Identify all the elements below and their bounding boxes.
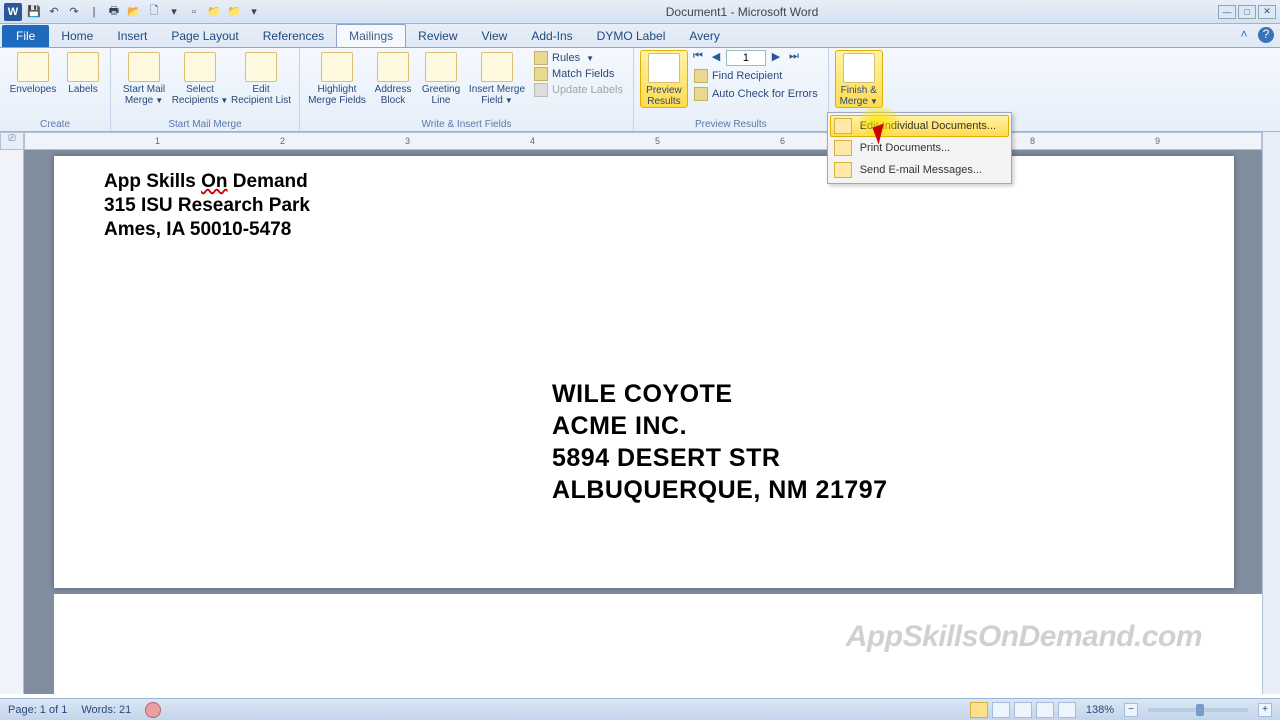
select-recipients-button[interactable]: SelectRecipients▼ <box>173 50 227 106</box>
minimize-ribbon-icon[interactable]: ˄ <box>1236 27 1252 43</box>
document-area: App Skills On Demand 315 ISU Research Pa… <box>24 150 1262 694</box>
tab-addins[interactable]: Add-Ins <box>519 25 584 47</box>
next-record-button[interactable]: ▶ <box>768 50 784 66</box>
address-block-button[interactable]: AddressBlock <box>370 50 416 106</box>
edit-recipient-list-button[interactable]: EditRecipient List <box>229 50 293 106</box>
word-icon: W <box>4 3 22 21</box>
prev-record-button[interactable]: ◀ <box>708 50 724 66</box>
zoom-in-button[interactable]: + <box>1258 703 1272 717</box>
ribbon: Envelopes Labels Create Start MailMerge▼… <box>0 48 1280 132</box>
last-record-button[interactable]: ⏭ <box>786 50 802 66</box>
print-icon[interactable]: 🖶 <box>106 4 122 20</box>
full-screen-view[interactable] <box>992 702 1010 718</box>
auto-check-errors-button[interactable]: Auto Check for Errors <box>690 86 822 102</box>
tab-page-layout[interactable]: Page Layout <box>159 25 250 47</box>
vertical-scrollbar[interactable] <box>1262 132 1280 694</box>
ruler-ticks: 1 2 3 4 5 6 7 8 9 <box>55 133 1261 149</box>
vertical-ruler[interactable] <box>0 150 24 694</box>
zoom-slider[interactable] <box>1148 708 1248 712</box>
match-fields-button[interactable]: Match Fields <box>530 66 627 82</box>
group-finish: Finish &Merge▼ Edit Individual Documents… <box>829 48 889 131</box>
word-count[interactable]: Words: 21 <box>81 704 131 716</box>
window-controls: — □ ✕ <box>1218 5 1280 19</box>
recipient-address[interactable]: WILE COYOTE ACME INC. 5894 DESERT STR AL… <box>552 378 888 506</box>
tab-review[interactable]: Review <box>406 25 469 47</box>
qat-more1[interactable]: ▾ <box>166 4 182 20</box>
folder2-icon[interactable]: 📁 <box>226 4 242 20</box>
envelopes-button[interactable]: Envelopes <box>6 50 60 95</box>
tab-view[interactable]: View <box>470 25 520 47</box>
redo-icon[interactable]: ↷ <box>66 4 82 20</box>
close-button[interactable]: ✕ <box>1258 5 1276 19</box>
quick-access-toolbar: W 💾 ↶ ↷ | 🖶 📂 🗋 ▾ ▫ 📁 📁 ▾ <box>0 3 266 21</box>
status-bar: Page: 1 of 1 Words: 21 138% − + <box>0 698 1280 720</box>
zoom-level[interactable]: 138% <box>1086 704 1114 716</box>
tab-dymo[interactable]: DYMO Label <box>585 25 678 47</box>
record-number-input[interactable] <box>726 50 766 66</box>
tab-avery[interactable]: Avery <box>677 25 731 47</box>
insert-merge-field-button[interactable]: Insert MergeField▼ <box>466 50 528 106</box>
proofing-icon[interactable] <box>145 702 161 718</box>
outline-view[interactable] <box>1036 702 1054 718</box>
labels-button[interactable]: Labels <box>62 50 104 95</box>
edit-individual-documents-item[interactable]: Edit Individual Documents... <box>830 115 1009 137</box>
help-icon[interactable]: ? <box>1258 27 1274 43</box>
page-status[interactable]: Page: 1 of 1 <box>8 704 67 716</box>
print-documents-item[interactable]: Print Documents... <box>830 137 1009 159</box>
qat-more2[interactable]: ▫ <box>186 4 202 20</box>
next-page-area: AppSkillsOnDemand.com <box>54 594 1262 694</box>
return-address[interactable]: App Skills On Demand 315 ISU Research Pa… <box>104 170 310 242</box>
tab-references[interactable]: References <box>251 25 336 47</box>
start-mail-merge-button[interactable]: Start MailMerge▼ <box>117 50 171 106</box>
tab-file[interactable]: File <box>2 25 49 47</box>
save-icon[interactable]: 💾 <box>26 4 42 20</box>
draft-view[interactable] <box>1058 702 1076 718</box>
minimize-button[interactable]: — <box>1218 5 1236 19</box>
envelope-page[interactable]: App Skills On Demand 315 ISU Research Pa… <box>54 156 1234 588</box>
maximize-button[interactable]: □ <box>1238 5 1256 19</box>
folder1-icon[interactable]: 📁 <box>206 4 222 20</box>
finish-merge-button[interactable]: Finish &Merge▼ <box>835 50 883 108</box>
first-record-button[interactable]: ⏮ <box>690 50 706 66</box>
undo-icon[interactable]: ↶ <box>46 4 62 20</box>
web-layout-view[interactable] <box>1014 702 1032 718</box>
find-recipient-button[interactable]: Find Recipient <box>690 68 822 84</box>
group-create: Envelopes Labels Create <box>0 48 111 131</box>
title-bar: W 💾 ↶ ↷ | 🖶 📂 🗋 ▾ ▫ 📁 📁 ▾ Document1 - Mi… <box>0 0 1280 24</box>
finish-merge-dropdown: Edit Individual Documents... Print Docum… <box>827 112 1012 184</box>
horizontal-ruler[interactable]: 1 2 3 4 5 6 7 8 9 <box>24 132 1262 150</box>
highlight-merge-fields-button[interactable]: HighlightMerge Fields <box>306 50 368 106</box>
update-labels-button: Update Labels <box>530 82 627 98</box>
watermark: AppSkillsOnDemand.com <box>846 620 1202 654</box>
rules-button[interactable]: Rules▼ <box>530 50 627 66</box>
tab-mailings[interactable]: Mailings <box>336 24 406 47</box>
group-write-insert-fields: HighlightMerge Fields AddressBlock Greet… <box>300 48 634 131</box>
ruler-corner[interactable]: ⎚ <box>0 132 24 150</box>
preview-results-button[interactable]: PreviewResults <box>640 50 688 108</box>
group-preview-results: PreviewResults ⏮ ◀ ▶ ⏭ Find Recipient Au… <box>634 48 829 131</box>
send-email-messages-item[interactable]: Send E-mail Messages... <box>830 159 1009 181</box>
qat-customize[interactable]: ▾ <box>246 4 262 20</box>
record-navigation: ⏮ ◀ ▶ ⏭ <box>690 50 822 66</box>
open-icon[interactable]: 📂 <box>126 4 142 20</box>
group-start-mail-merge: Start MailMerge▼ SelectRecipients▼ EditR… <box>111 48 300 131</box>
tab-home[interactable]: Home <box>49 25 105 47</box>
zoom-out-button[interactable]: − <box>1124 703 1138 717</box>
window-title: Document1 - Microsoft Word <box>266 5 1218 19</box>
greeting-line-button[interactable]: GreetingLine <box>418 50 464 106</box>
ribbon-tabs: File Home Insert Page Layout References … <box>0 24 1280 48</box>
tab-insert[interactable]: Insert <box>105 25 159 47</box>
new-icon[interactable]: 🗋 <box>146 4 162 20</box>
qat-sep: | <box>86 4 102 20</box>
print-layout-view[interactable] <box>970 702 988 718</box>
